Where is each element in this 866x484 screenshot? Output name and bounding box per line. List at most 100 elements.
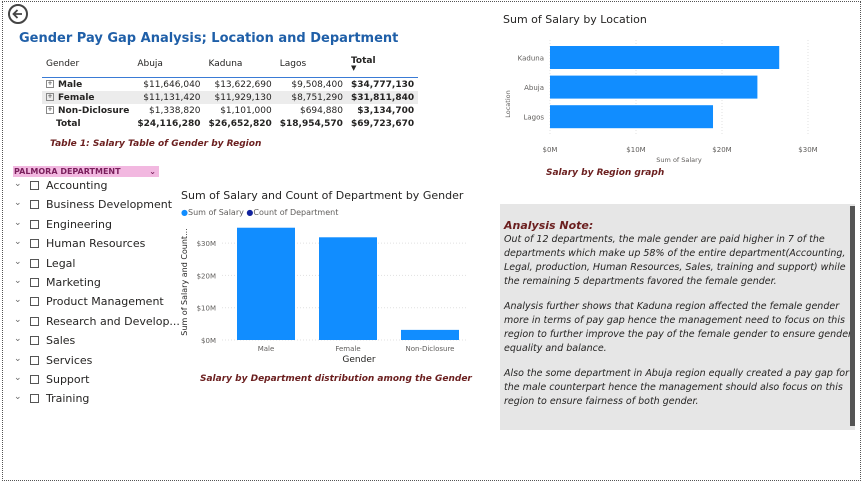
table-cell: $18,954,570 (279, 118, 343, 129)
salary-matrix-table: Gender Abuja Kaduna Lagos Total ▼ + Male … (42, 56, 419, 130)
x-tick-label: Female (335, 345, 360, 353)
row-label: Total (56, 118, 81, 129)
checkbox[interactable] (30, 355, 39, 365)
table-cell: $24,116,280 (137, 118, 201, 129)
checkbox[interactable] (30, 239, 39, 249)
table-total-row: Total $24,116,280 $26,652,820 $18,954,57… (42, 117, 418, 130)
table-cell: $1,101,000 (220, 105, 272, 116)
checkbox[interactable] (30, 394, 39, 404)
slicer-item-label: Engineering (46, 217, 112, 231)
expand-icon[interactable]: + (46, 80, 54, 88)
arrow-left-icon (12, 9, 22, 19)
slicer-item[interactable]: ⌄ Legal (13, 256, 163, 272)
table-cell: $31,811,840 (346, 91, 419, 104)
x-tick-label: $10M (626, 146, 645, 154)
table-row: + Male $11,646,040 $13,622,690 $9,508,400… (42, 78, 418, 92)
y-tick-label: Lagos (523, 114, 544, 122)
slicer-item[interactable]: ⌄ Human Resources (13, 236, 163, 252)
checkbox[interactable] (30, 297, 39, 307)
chevron-down-icon[interactable]: ⌄ (149, 166, 156, 177)
x-tick-label: $0M (543, 146, 558, 154)
slicer-item-label: Marketing (46, 276, 101, 289)
slicer-item[interactable]: ⌄ Sales (13, 333, 163, 349)
analysis-note-panel: Analysis Note: Out of 12 departments, th… (500, 204, 855, 430)
slicer-item-label: Human Resources (46, 237, 146, 251)
table-cell: $8,751,290 (275, 91, 347, 104)
slicer-item-label: Support (46, 373, 90, 386)
checkbox[interactable] (30, 258, 39, 268)
checkbox[interactable] (30, 181, 39, 190)
note-scrollbar[interactable] (850, 206, 855, 426)
column-header-total[interactable]: Total ▼ (346, 56, 419, 78)
chevron-down-icon[interactable]: ⌄ (14, 315, 22, 325)
gender-chart-title: Sum of Salary and Count of Department by… (181, 189, 464, 202)
column-header[interactable]: Lagos (275, 56, 347, 78)
x-tick-label: Non-Diclosure (405, 345, 454, 353)
table-cell: $34,777,130 (350, 79, 415, 90)
page-title: Gender Pay Gap Analysis; Location and De… (19, 31, 399, 46)
checkbox[interactable] (30, 200, 39, 210)
chevron-down-icon[interactable]: ⌄ (14, 295, 22, 305)
bar-non-diclosure[interactable] (401, 329, 459, 340)
slicer-item[interactable]: ⌄ Services (13, 353, 163, 369)
table-cell: $9,508,400 (291, 79, 343, 90)
chevron-down-icon[interactable]: ⌄ (14, 392, 22, 402)
checkbox[interactable] (30, 316, 39, 326)
table-cell: $11,929,130 (204, 91, 276, 104)
location-x-axis-title: Sum of Salary (656, 156, 702, 164)
chevron-down-icon[interactable]: ⌄ (14, 198, 22, 208)
row-label: Male (58, 79, 83, 90)
slicer-item-label: Product Management (46, 295, 164, 309)
chevron-down-icon[interactable]: ⌄ (14, 257, 22, 267)
chevron-down-icon[interactable]: ⌄ (14, 334, 22, 344)
bar-lagos[interactable] (550, 105, 714, 129)
expand-icon[interactable]: + (46, 93, 54, 101)
bar-male[interactable] (237, 227, 295, 340)
slicer-item-label: Sales (46, 334, 76, 348)
table-cell: $13,622,690 (214, 79, 272, 90)
chevron-down-icon[interactable]: ⌄ (14, 218, 22, 228)
gender-x-axis-title: Gender (342, 355, 375, 365)
analysis-paragraph: Also the some department in Abuja region… (504, 368, 849, 407)
department-slicer-header[interactable]: PALMORA DEPARTMENT ⌄ (13, 166, 159, 177)
bar-kaduna[interactable] (550, 46, 780, 69)
legend-item[interactable]: Sum of Salary (188, 208, 244, 217)
slicer-item[interactable]: ⌄ Accounting (13, 178, 163, 194)
column-header[interactable]: Gender (42, 56, 134, 78)
chevron-down-icon[interactable]: ⌄ (14, 373, 22, 383)
slicer-item[interactable]: ⌄ Engineering (13, 217, 163, 233)
chevron-down-icon[interactable]: ⌄ (14, 276, 22, 286)
location-chart-caption: Salary by Region graph (546, 168, 665, 178)
y-tick-label: $0M (201, 337, 216, 345)
analysis-paragraph: Analysis further shows that Kaduna regio… (504, 301, 852, 354)
legend-item[interactable]: Count of Department (253, 208, 338, 217)
back-button[interactable] (8, 4, 28, 24)
table-cell: $11,646,040 (143, 79, 201, 90)
bar-abuja[interactable] (550, 75, 758, 99)
expand-icon[interactable]: + (46, 106, 54, 114)
slicer-item-label: Legal (46, 256, 76, 270)
slicer-item[interactable]: ⌄ Product Management (13, 294, 164, 310)
checkbox[interactable] (30, 278, 39, 287)
legend-dot-icon: ● (181, 208, 188, 217)
bar-female[interactable] (319, 237, 377, 340)
slicer-item[interactable]: ⌄ Training (13, 391, 163, 407)
analysis-note-title: Analysis Note: (504, 219, 594, 232)
y-tick-label: $10M (197, 305, 216, 313)
checkbox[interactable] (30, 336, 39, 346)
chevron-down-icon[interactable]: ⌄ (14, 237, 22, 247)
chevron-down-icon[interactable]: ⌄ (14, 354, 22, 364)
column-header[interactable]: Kaduna (204, 56, 276, 78)
gender-chart-caption: Salary by Department distribution among … (200, 374, 472, 384)
table-row: + Non-Diclosure $1,338,820 $1,101,000 $69… (42, 104, 418, 117)
column-header[interactable]: Abuja (133, 56, 205, 78)
chevron-down-icon[interactable]: ⌄ (14, 179, 22, 189)
checkbox[interactable] (30, 219, 39, 229)
table-cell: $26,652,820 (208, 118, 272, 129)
gender-bar-chart: Sum of Salary and Count... Gender $0M $10… (180, 227, 468, 365)
slicer-item[interactable]: ⌄ Support (13, 372, 163, 388)
checkbox[interactable] (30, 375, 39, 384)
slicer-item[interactable]: ⌄ Research and Develop... (13, 314, 180, 330)
slicer-item[interactable]: ⌄ Marketing (13, 275, 163, 291)
slicer-item[interactable]: ⌄ Business Development (13, 197, 172, 213)
